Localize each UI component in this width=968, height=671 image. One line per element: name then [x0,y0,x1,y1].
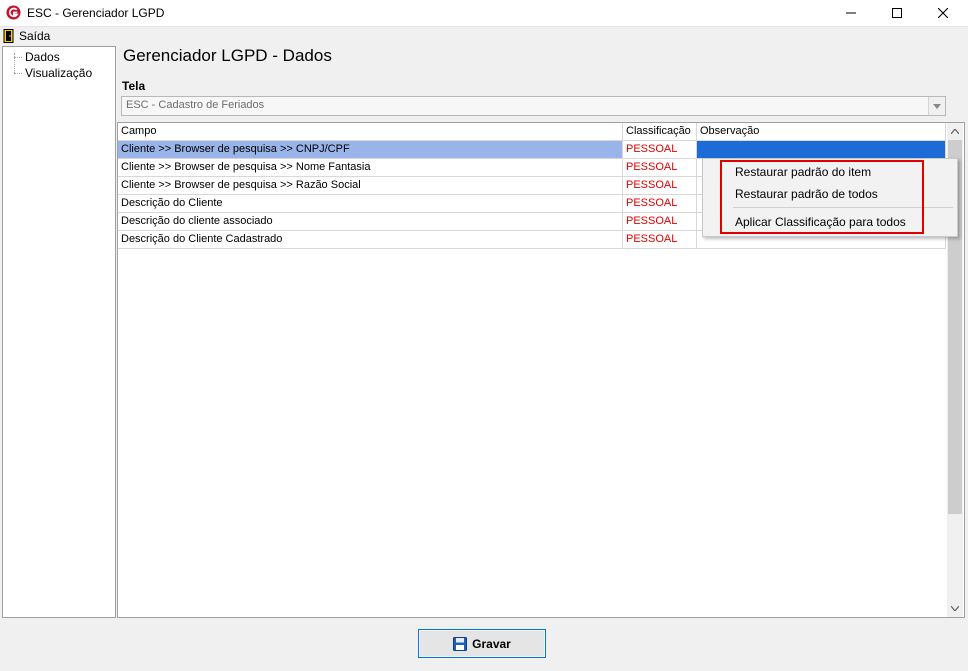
minimize-button[interactable] [828,0,874,26]
tela-select[interactable]: ESC - Cadastro de Feriados [121,96,946,116]
window-title: ESC - Gerenciador LGPD [27,6,165,20]
chevron-down-icon [951,606,959,611]
dropdown-button[interactable] [928,97,945,115]
menu-bar: Saída [0,27,968,45]
exit-label: Saída [19,29,51,43]
column-header-classificacao[interactable]: Classificação [623,123,697,140]
cell-campo[interactable]: Cliente >> Browser de pesquisa >> Razão … [118,177,623,194]
close-button[interactable] [920,0,966,26]
cell-classificacao[interactable]: PESSOAL [623,159,697,176]
close-icon [938,8,948,18]
grid-header: Campo Classificação Observação [118,123,946,141]
tela-label: Tela [122,79,146,93]
floppy-disk-icon [453,636,468,651]
cell-campo[interactable]: Descrição do cliente associado [118,213,623,230]
cell-campo[interactable]: Cliente >> Browser de pesquisa >> CNPJ/C… [118,141,623,158]
tela-select-value: ESC - Cadastro de Feriados [126,99,265,111]
cell-classificacao[interactable]: PESSOAL [623,213,697,230]
cell-classificacao[interactable]: PESSOAL [623,195,697,212]
app-logo-icon [6,5,21,20]
cell-classificacao[interactable]: PESSOAL [623,141,697,158]
tree-connector [14,53,15,73]
chevron-down-icon [933,103,941,109]
chevron-up-icon [951,129,959,134]
cell-campo[interactable]: Cliente >> Browser de pesquisa >> Nome F… [118,159,623,176]
title-bar: ESC - Gerenciador LGPD [0,0,968,27]
save-button-label: Gravar [472,636,511,651]
maximize-icon [892,8,902,18]
navigation-tree: Dados Visualização [2,46,116,618]
save-button[interactable]: Gravar [418,629,546,658]
annotation-highlight-box [720,160,924,234]
minimize-icon [846,12,856,14]
tree-connector [14,57,22,58]
cell-campo[interactable]: Descrição do Cliente [118,195,623,212]
exit-menu-item[interactable]: Saída [3,27,50,45]
scroll-up-button[interactable] [947,123,963,140]
column-header-observacao[interactable]: Observação [697,123,946,140]
column-header-campo[interactable]: Campo [118,123,623,140]
cell-campo[interactable]: Descrição do Cliente Cadastrado [118,231,623,248]
exit-door-icon [3,29,14,43]
tree-item-dados[interactable]: Dados [25,50,60,64]
tree-item-visualizacao[interactable]: Visualização [25,66,92,80]
cell-classificacao[interactable]: PESSOAL [623,231,697,248]
cell-observacao[interactable] [697,141,946,158]
maximize-button[interactable] [874,0,920,26]
scroll-down-button[interactable] [947,600,963,617]
page-title: Gerenciador LGPD - Dados [123,46,332,65]
tree-connector [14,73,22,74]
cell-classificacao[interactable]: PESSOAL [623,177,697,194]
table-row[interactable]: Cliente >> Browser de pesquisa >> CNPJ/C… [118,141,946,159]
